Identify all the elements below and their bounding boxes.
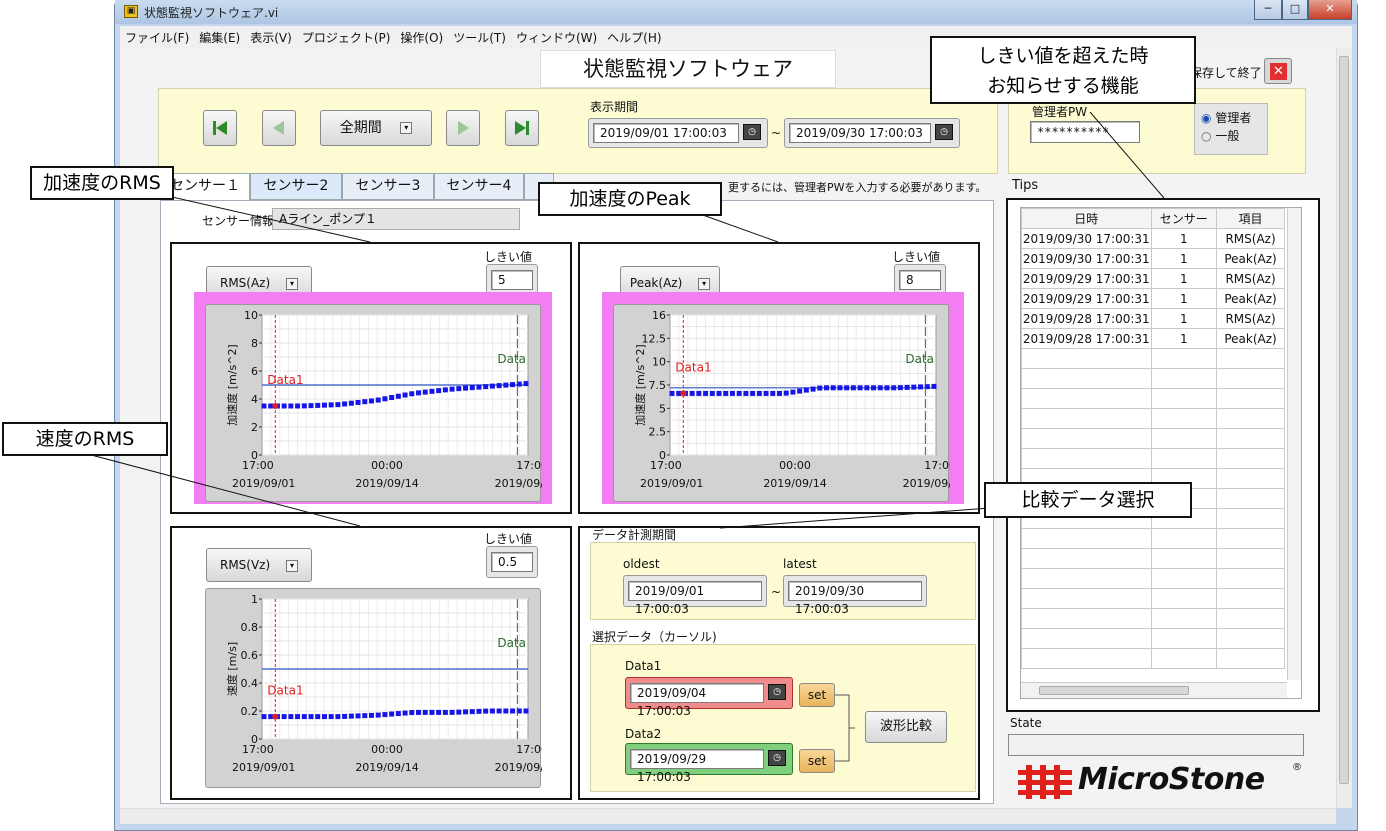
callout-line-1: しきい値を超えた時: [977, 45, 1149, 67]
callout-threshold-notify: しきい値を超えた時 お知らせする機能: [930, 36, 1196, 104]
callout-accel-rms: 加速度のRMS: [30, 166, 174, 200]
callout-vel-rms: 速度のRMS: [2, 422, 168, 456]
callout-lines: [79, 111, 1165, 529]
screenshot: { "window": { "title": "状態監視ソフトウェア.vi", …: [0, 0, 1386, 831]
callout-compare-select: 比較データ選択: [984, 482, 1192, 518]
callout-accel-peak: 加速度のPeak: [538, 182, 722, 216]
callout-line-2: お知らせする機能: [987, 75, 1139, 97]
